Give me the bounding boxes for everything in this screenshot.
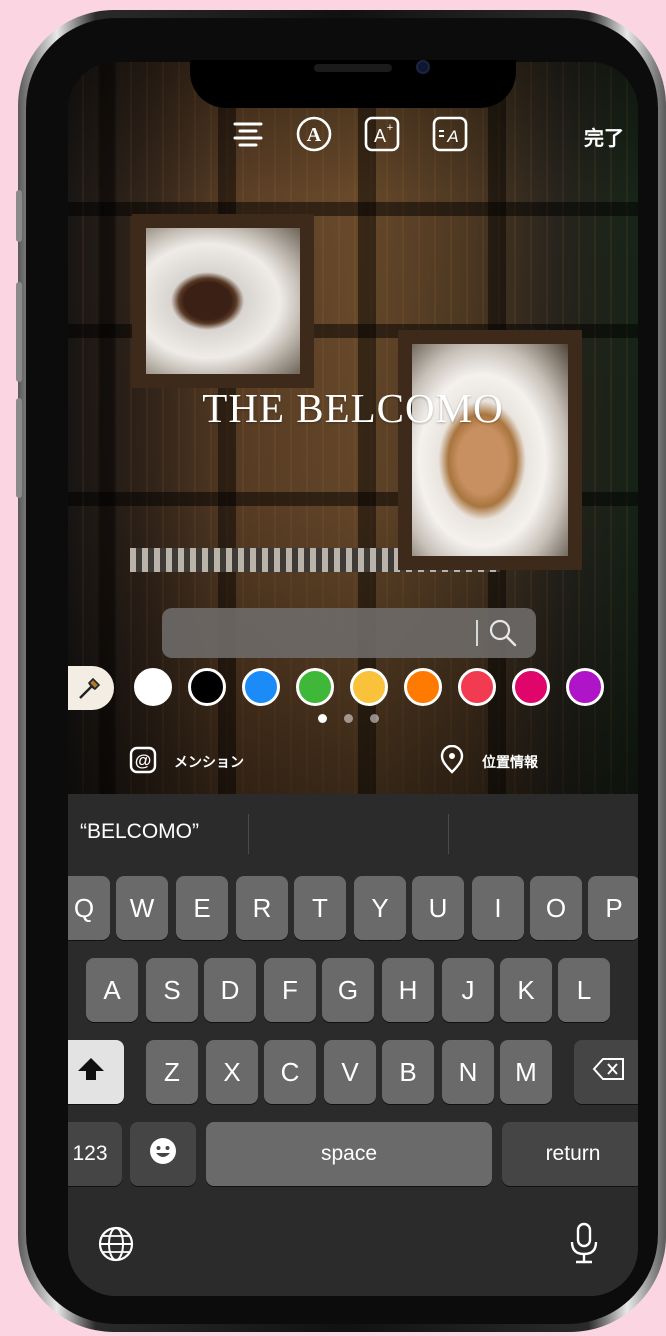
color-swatch-blue[interactable] [242,668,280,706]
color-swatch-black[interactable] [188,668,226,706]
svg-text:+: + [387,122,393,134]
key-e[interactable]: E [176,876,228,940]
mention-label: メンション [174,754,244,770]
key-s[interactable]: S [146,958,198,1022]
front-camera [416,60,430,74]
suggestion-divider [248,814,249,854]
color-swatch-magenta[interactable] [512,668,550,706]
photo-sticker-steak[interactable] [132,214,314,388]
story-actions-bar: @ メンション 位置情報 [68,738,638,786]
text-toolbar: A A + A 完了 [68,116,638,156]
search-input[interactable] [176,618,476,648]
device-stage: A A + A 完了 THE BELCOMO @ メンション 位置情報 “BEL… [0,0,666,1336]
key-f[interactable]: F [264,958,316,1022]
key-w[interactable]: W [116,876,168,940]
keyboard: “BELCOMO” Q W E R T Y U I O P A S D F G … [68,794,638,1296]
emoji-icon [148,1136,178,1173]
key-m[interactable]: M [500,1040,552,1104]
location-pin-icon [438,744,466,780]
text-cursor [476,620,478,646]
page-dot [370,714,379,723]
suggestion-divider [448,814,449,854]
color-swatch-purple[interactable] [566,668,604,706]
key-c[interactable]: C [264,1040,316,1104]
color-palette [68,666,638,712]
text-style-icon[interactable]: A [294,116,334,152]
color-swatch-red[interactable] [458,668,496,706]
mention-button[interactable]: @ メンション [128,744,244,780]
done-button[interactable]: 完了 [584,122,624,151]
volume-down-button [16,398,22,498]
key-n[interactable]: N [442,1040,494,1104]
color-swatch-yellow[interactable] [350,668,388,706]
earpiece [314,64,392,72]
align-center-icon[interactable] [230,116,266,152]
key-y[interactable]: Y [354,876,406,940]
predictive-text-bar: “BELCOMO” [68,794,638,868]
suggestion-1[interactable]: “BELCOMO” [80,820,199,844]
eyedropper-icon[interactable] [68,666,114,710]
key-g[interactable]: G [322,958,374,1022]
svg-text:A: A [374,126,386,146]
key-q[interactable]: Q [68,876,110,940]
globe-icon[interactable] [94,1222,138,1271]
sticker-image [412,344,568,556]
text-background-icon[interactable]: A [430,116,470,152]
key-t[interactable]: T [294,876,346,940]
page-dot [344,714,353,723]
screen: A A + A 完了 THE BELCOMO @ メンション 位置情報 “BEL… [68,62,638,1296]
numbers-key[interactable]: 123 [68,1122,122,1186]
key-k[interactable]: K [500,958,552,1022]
key-i[interactable]: I [472,876,524,940]
search-icon[interactable] [488,618,518,653]
sticker-search-bar[interactable] [162,608,536,658]
text-effect-icon[interactable]: A + [362,116,402,152]
key-u[interactable]: U [412,876,464,940]
key-h[interactable]: H [382,958,434,1022]
key-b[interactable]: B [382,1040,434,1104]
key-d[interactable]: D [204,958,256,1022]
return-key[interactable]: return [502,1122,638,1186]
key-r[interactable]: R [236,876,288,940]
key-a[interactable]: A [86,958,138,1022]
microphone-icon[interactable] [564,1220,604,1271]
color-swatch-orange[interactable] [404,668,442,706]
key-z[interactable]: Z [146,1040,198,1104]
location-button[interactable]: 位置情報 [438,744,538,780]
volume-up-button [16,282,22,382]
location-label: 位置情報 [482,754,538,770]
svg-text:A: A [446,127,458,146]
sticker-image [146,228,300,374]
svg-text:A: A [307,124,322,146]
key-p[interactable]: P [588,876,638,940]
backspace-key[interactable] [574,1040,638,1104]
notch [190,60,516,108]
shift-key[interactable] [68,1040,124,1104]
svg-text:@: @ [135,751,152,770]
color-swatch-green[interactable] [296,668,334,706]
key-l[interactable]: L [558,958,610,1022]
photo-sticker-pasta[interactable] [398,330,582,570]
key-v[interactable]: V [324,1040,376,1104]
page-dot [318,714,327,723]
key-o[interactable]: O [530,876,582,940]
at-sign-icon: @ [128,745,158,780]
emoji-key[interactable] [130,1122,196,1186]
color-swatch-white[interactable] [134,668,172,706]
palette-page-indicator [68,714,638,726]
backspace-icon [592,1056,626,1089]
shift-arrow-icon [76,1055,106,1090]
story-title-text[interactable]: THE BELCOMO [68,384,638,432]
key-x[interactable]: X [206,1040,258,1104]
key-j[interactable]: J [442,958,494,1022]
space-key[interactable]: space [206,1122,492,1186]
silent-switch [16,190,22,242]
